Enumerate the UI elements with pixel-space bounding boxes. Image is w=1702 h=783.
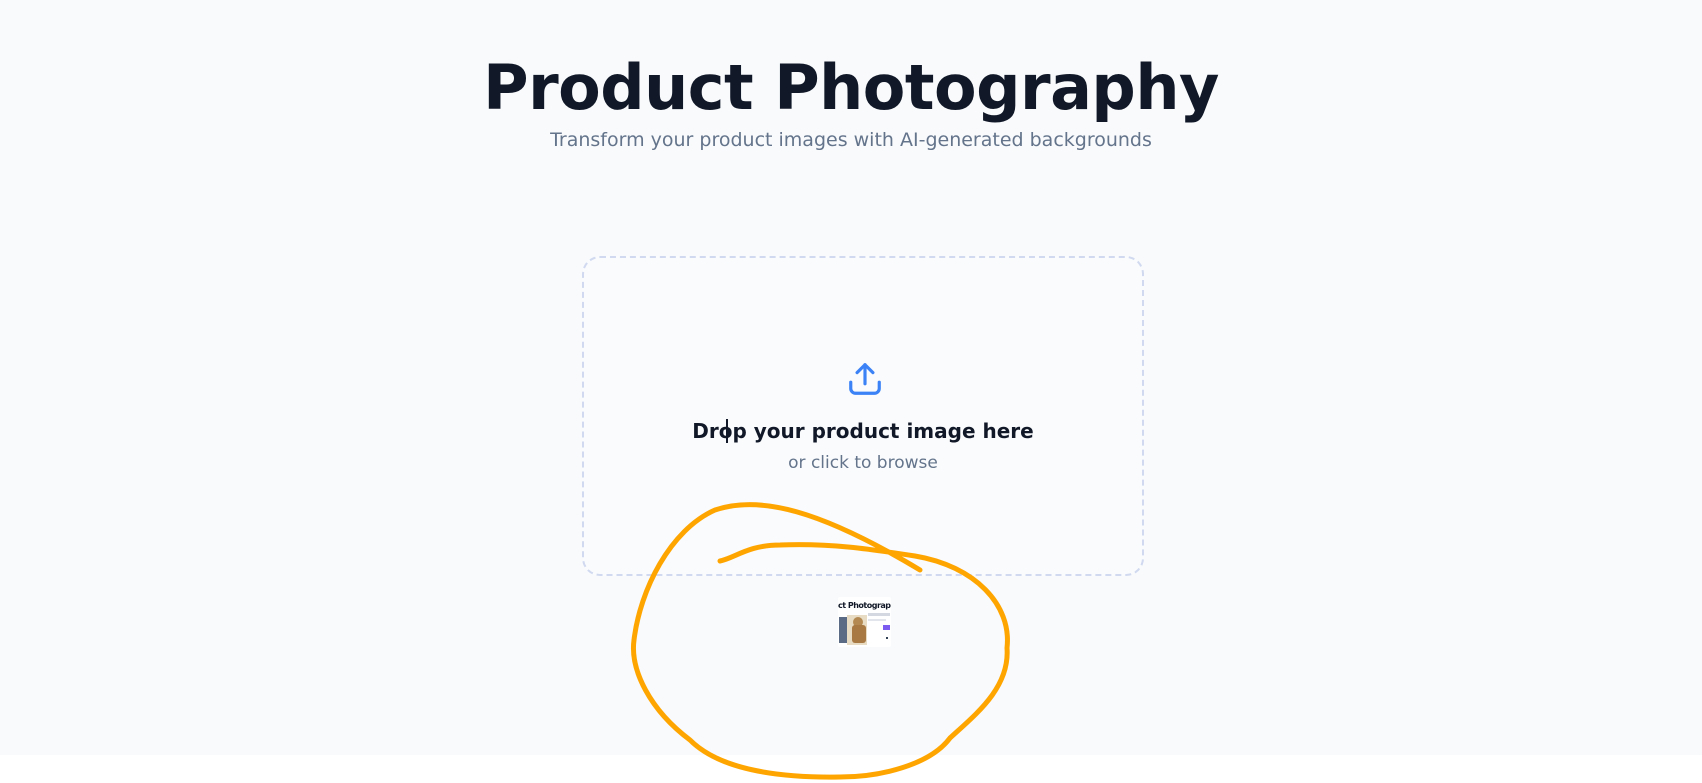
dragged-image-thumbnail[interactable]: ct Photography [838, 597, 891, 647]
page-background: Product Photography Transform your produ… [0, 0, 1702, 755]
dropzone-subtitle: or click to browse [788, 453, 938, 473]
image-dropzone[interactable]: Drop your product image here or click to… [582, 256, 1144, 576]
thumbnail-preview [839, 613, 890, 645]
dropzone-title: Drop your product image here [692, 419, 1034, 443]
text-cursor [726, 419, 728, 443]
page-title: Product Photography [483, 51, 1219, 124]
page-subtitle: Transform your product images with AI-ge… [550, 129, 1152, 151]
upload-icon [849, 363, 881, 395]
